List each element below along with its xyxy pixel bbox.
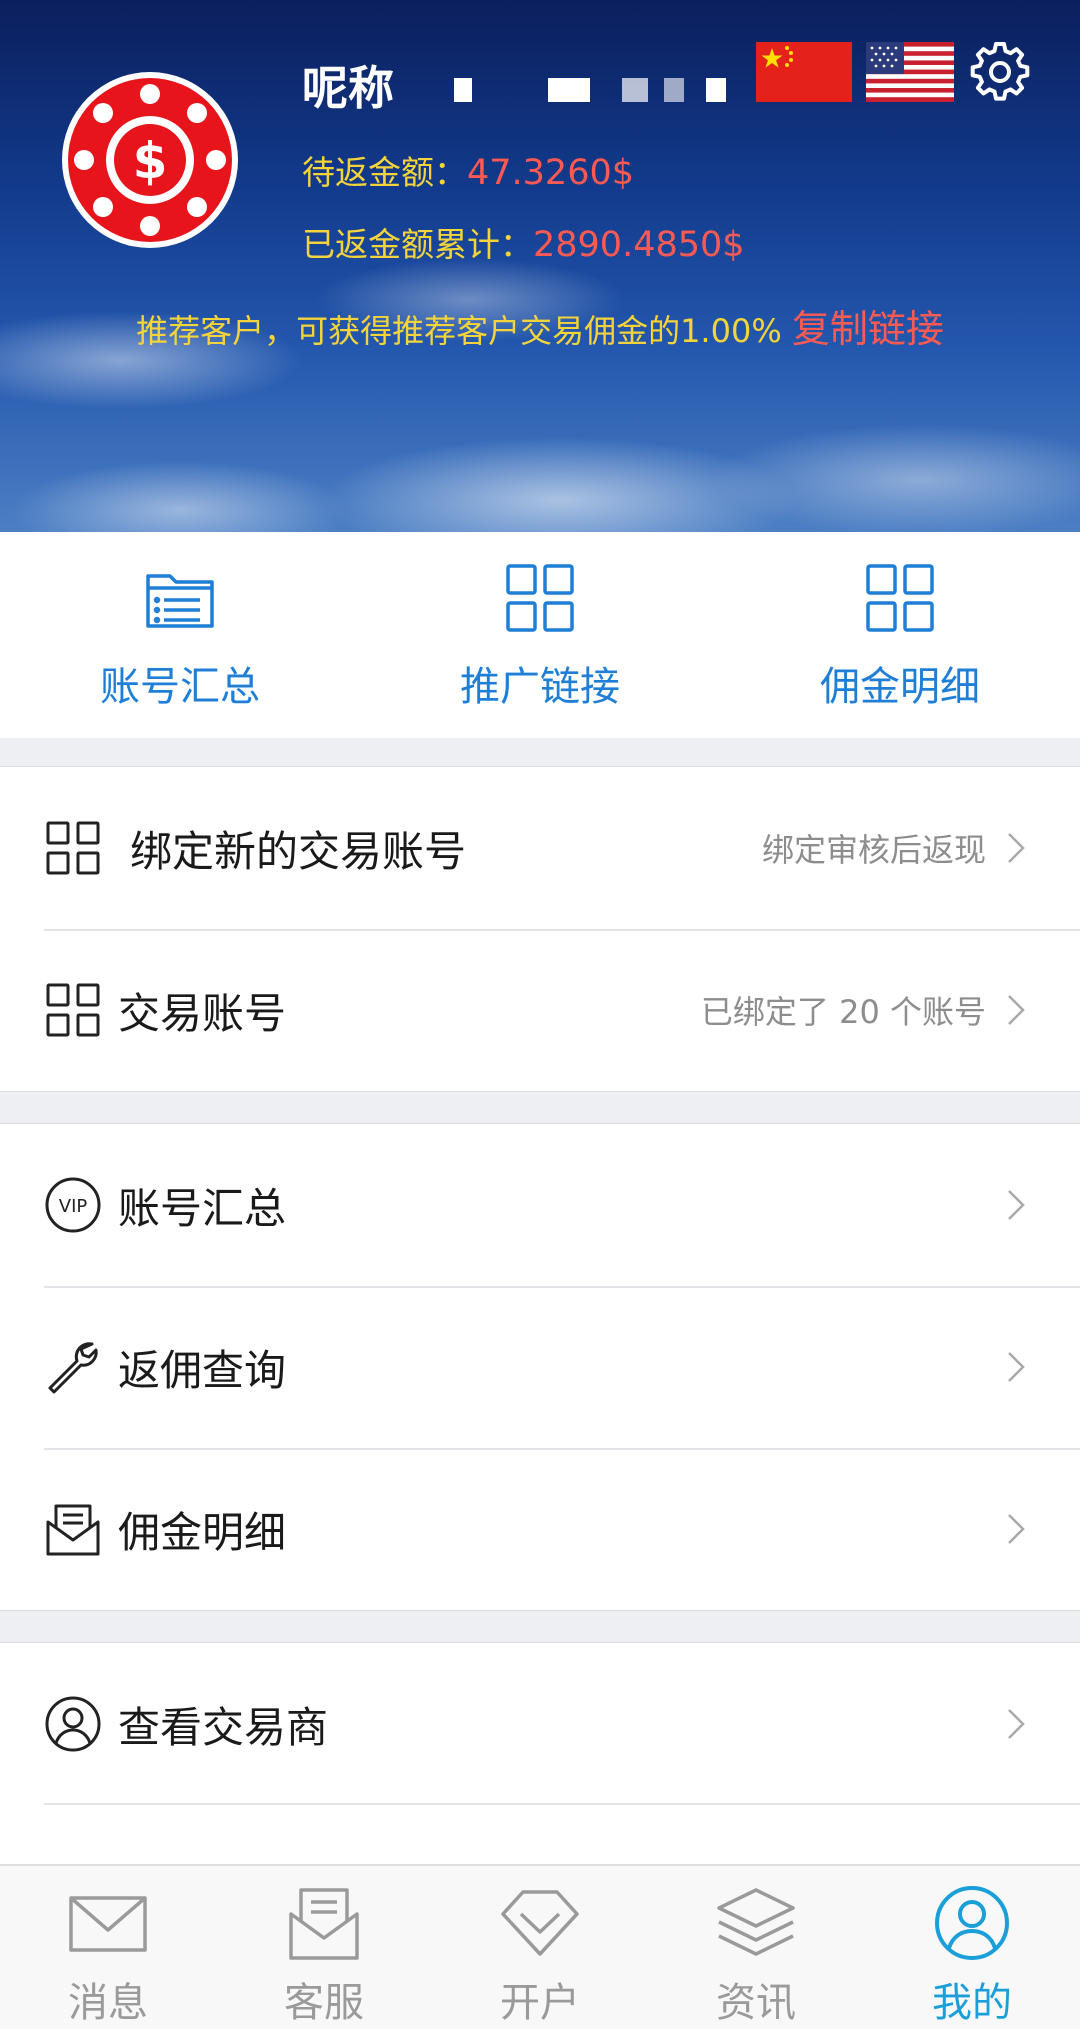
redacted-nickname-block <box>548 78 590 102</box>
row-label: 佣金明细 <box>118 1507 287 1557</box>
quick-label: 推广链接 <box>460 664 620 710</box>
referral-text: 推荐客户，可获得推荐客户交易佣金的1.00% <box>136 312 792 350</box>
quick-actions: 账号汇总 推广链接 佣金明细 <box>0 532 1080 738</box>
chevron-right-icon <box>1008 1514 1025 1544</box>
chevron-right-icon <box>1008 1352 1025 1382</box>
nav-label: 资讯 <box>716 1980 796 2026</box>
grid-icon <box>46 821 100 875</box>
account-summary-row[interactable]: VIP 账号汇总 <box>0 1124 1080 1286</box>
copy-link-button[interactable]: 复制链接 <box>792 307 944 351</box>
row-label: 交易账号 <box>118 988 287 1038</box>
broker-section: 查看交易商 <box>0 1642 1080 1872</box>
redacted-nickname-block <box>706 78 726 102</box>
row-hint: 绑定审核后返现 <box>761 831 986 869</box>
chevron-right-icon <box>1008 1709 1025 1739</box>
grid-icon <box>866 564 934 632</box>
quick-account-summary[interactable]: 账号汇总 <box>0 532 360 738</box>
nav-label: 我的 <box>932 1980 1012 2026</box>
redacted-nickname-block <box>664 78 684 102</box>
commission-section: VIP 账号汇总 返佣查询 佣金明细 <box>0 1123 1080 1611</box>
mail-icon <box>46 1504 100 1556</box>
nav-open-account[interactable]: 开户 <box>432 1866 648 2029</box>
folder-list-icon <box>146 574 214 628</box>
nav-label: 消息 <box>68 1980 148 2026</box>
trading-account-section: 绑定新的交易账号 绑定审核后返现 交易账号 已绑定了 20 个账号 <box>0 766 1080 1092</box>
returned-amount-label: 已返金额累计： <box>302 225 533 264</box>
nickname-label: 呢称 <box>302 61 394 115</box>
returned-amount: 已返金额累计：2890.4850$ <box>302 218 745 266</box>
grid-icon <box>46 983 100 1037</box>
view-brokers-row[interactable]: 查看交易商 <box>0 1643 1080 1805</box>
commission-detail-row[interactable]: 佣金明细 <box>0 1448 1080 1610</box>
chevron-right-icon <box>1008 1190 1025 1220</box>
quick-label: 佣金明细 <box>820 664 980 710</box>
quick-promo-link[interactable]: 推广链接 <box>360 532 720 738</box>
nav-label: 开户 <box>500 1980 580 2026</box>
rebate-query-row[interactable]: 返佣查询 <box>0 1286 1080 1448</box>
chevron-right-icon <box>1008 995 1025 1025</box>
pending-amount: 待返金额：47.3260$ <box>302 146 634 194</box>
us-flag-icon[interactable] <box>866 42 954 102</box>
svg-text:VIP: VIP <box>59 1196 88 1217</box>
layers-icon <box>717 1888 795 1956</box>
diamond-icon <box>501 1890 579 1956</box>
vip-icon: VIP <box>45 1177 101 1233</box>
nav-support[interactable]: 客服 <box>216 1866 432 2029</box>
nav-me[interactable]: 我的 <box>864 1866 1080 2029</box>
row-label: 绑定新的交易账号 <box>130 826 467 876</box>
returned-amount-value: 2890.4850$ <box>533 225 745 265</box>
referral-banner: 推荐客户，可获得推荐客户交易佣金的1.00% 复制链接 <box>0 298 1080 353</box>
grid-icon <box>506 564 574 632</box>
bind-new-account-row[interactable]: 绑定新的交易账号 绑定审核后返现 <box>0 767 1080 929</box>
open-mail-icon <box>289 1888 359 1960</box>
china-flag-icon[interactable] <box>756 42 852 102</box>
row-label: 返佣查询 <box>118 1345 287 1395</box>
user-circle-icon <box>45 1696 101 1752</box>
gear-icon[interactable] <box>968 40 1032 104</box>
profile-header: $ 呢称 待返金额：47.3260$ 已返金额累计：2890.4850$ 推荐客… <box>0 0 1080 532</box>
svg-text:$: $ <box>133 132 168 190</box>
wrench-icon <box>48 1342 98 1394</box>
pending-amount-label: 待返金额： <box>302 153 467 192</box>
nav-messages[interactable]: 消息 <box>0 1866 216 2029</box>
bottom-nav: 消息 客服 开户 资讯 我的 <box>0 1864 1080 2029</box>
nav-news[interactable]: 资讯 <box>648 1866 864 2029</box>
dollar-chip-icon: $ <box>64 74 236 246</box>
avatar[interactable]: $ <box>62 72 238 248</box>
redacted-nickname-block <box>454 78 472 102</box>
nav-label: 客服 <box>284 1980 364 2026</box>
quick-label: 账号汇总 <box>100 664 260 710</box>
envelope-icon <box>69 1896 147 1952</box>
row-label: 账号汇总 <box>118 1183 287 1233</box>
trading-accounts-row[interactable]: 交易账号 已绑定了 20 个账号 <box>0 929 1080 1091</box>
quick-commission-detail[interactable]: 佣金明细 <box>720 532 1080 738</box>
redacted-nickname-block <box>622 78 648 102</box>
row-label: 查看交易商 <box>118 1702 329 1752</box>
row-hint: 已绑定了 20 个账号 <box>700 993 986 1031</box>
user-circle-icon <box>935 1886 1009 1960</box>
chevron-right-icon <box>1008 833 1025 863</box>
pending-amount-value: 47.3260$ <box>467 153 635 193</box>
